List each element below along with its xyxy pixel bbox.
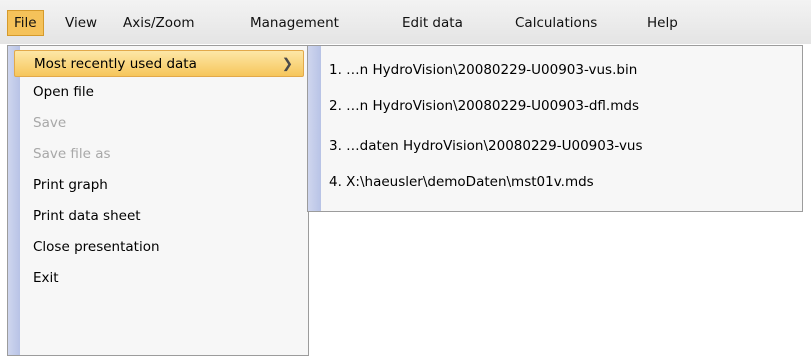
menu-help[interactable]: Help bbox=[641, 10, 684, 36]
menu-file[interactable]: File bbox=[7, 10, 44, 36]
menu-axis-zoom[interactable]: Axis/Zoom bbox=[117, 10, 200, 36]
menu-edit-data[interactable]: Edit data bbox=[396, 10, 469, 36]
menu-item-open-file[interactable]: Open file bbox=[20, 77, 308, 108]
menu-item-label: Most recently used data bbox=[34, 56, 197, 72]
menu-item-exit[interactable]: Exit bbox=[20, 263, 308, 294]
recent-file-item[interactable]: 2. …n HydroVision\20080229-U00903-dfl.md… bbox=[321, 88, 802, 124]
chevron-right-icon: ❯ bbox=[281, 56, 293, 72]
menu-item-save: Save bbox=[33, 115, 67, 131]
menu-view[interactable]: View bbox=[59, 10, 103, 36]
menu-item-save-file-as: Save file as bbox=[33, 146, 111, 162]
menu-item-close-presentation[interactable]: Close presentation bbox=[20, 232, 308, 263]
recent-file-item[interactable]: 3. …daten HydroVision\20080229-U00903-vu… bbox=[321, 128, 802, 164]
menu-icon-strip bbox=[8, 46, 20, 355]
menu-calculations[interactable]: Calculations bbox=[509, 10, 603, 36]
recent-file-item[interactable]: 1. …n HydroVision\20080229-U00903-vus.bi… bbox=[321, 52, 802, 88]
menu-item-print-data-sheet[interactable]: Print data sheet bbox=[20, 201, 308, 232]
submenu-icon-strip bbox=[308, 46, 321, 211]
menu-management[interactable]: Management bbox=[244, 10, 345, 36]
menu-item-print-graph[interactable]: Print graph bbox=[20, 170, 308, 201]
menu-item-most-recently-used-data[interactable]: Most recently used data ❯ bbox=[14, 50, 304, 77]
menu-bar: File View Axis/Zoom Management Edit data… bbox=[0, 0, 811, 44]
recent-files-submenu: 1. …n HydroVision\20080229-U00903-vus.bi… bbox=[307, 45, 803, 212]
file-menu-dropdown: Most recently used data ❯ Open file Save… bbox=[7, 45, 309, 356]
recent-file-item[interactable]: 4. X:\haeusler\demoDaten\mst01v.mds bbox=[321, 164, 802, 200]
